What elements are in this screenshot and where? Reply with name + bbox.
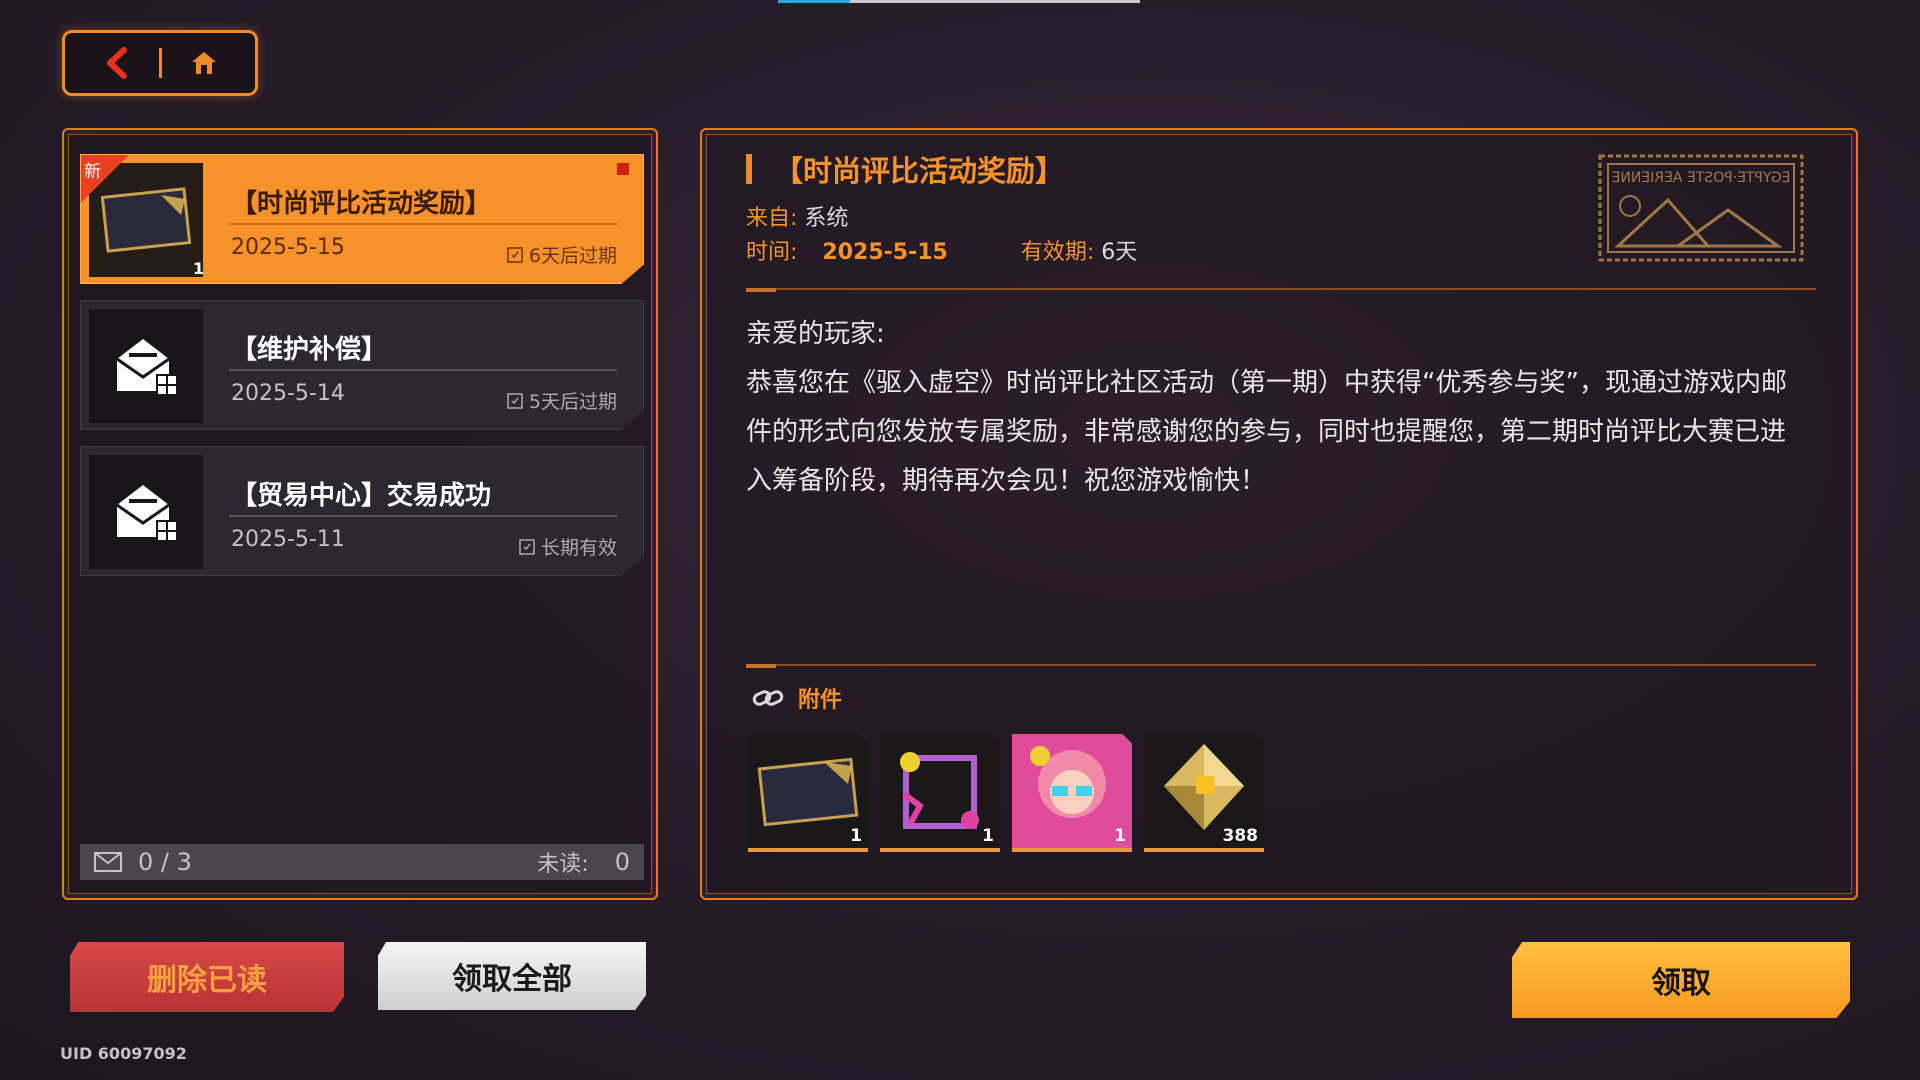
envelope-gift-icon — [116, 339, 178, 396]
stamp-text: EGYPTE·POSTE AERIENNE — [1612, 170, 1791, 186]
attachment-count: 388 — [1222, 826, 1259, 846]
time-value: 2025-5-15 — [822, 240, 948, 265]
link-icon — [752, 690, 784, 706]
mail-divider — [229, 369, 617, 371]
mail-count: 0 / 3 — [138, 848, 192, 876]
nav-separator — [158, 48, 162, 78]
mail-item-maintenance[interactable]: 【维护补偿】 2025-5-14 5天后过期 — [80, 300, 644, 430]
chevron-left-icon — [106, 47, 127, 79]
mail-thumbnail — [89, 309, 203, 423]
postage-stamp: EGYPTE·POSTE AERIENNE — [1598, 154, 1804, 262]
mail-icon — [94, 852, 122, 872]
header-divider — [746, 288, 1816, 292]
time-row: 时间: 2025-5-15 有效期: 6天 — [746, 234, 1137, 266]
delete-read-button[interactable]: 删除已读 — [70, 942, 344, 1012]
clock-icon — [519, 538, 535, 555]
mail-expire: 长期有效 — [519, 533, 617, 560]
attachment-list: 1 1 1 388 — [748, 734, 1264, 852]
title-accent-bar — [746, 154, 752, 184]
mail-item-count: 1 — [193, 259, 205, 278]
mail-title: 【时尚评比活动奖励】 — [231, 189, 492, 219]
mail-expire: 5天后过期 — [507, 387, 617, 414]
attachment-count: 1 — [982, 826, 994, 846]
attachment-card-frame[interactable]: 1 — [748, 734, 868, 852]
mail-date: 2025-5-14 — [231, 381, 345, 406]
mail-list-panel: 1 新 【时尚评比活动奖励】 2025-5-15 6天后过期 【维护补偿】 20… — [62, 128, 658, 900]
attachment-count: 1 — [850, 826, 862, 846]
mail-detail-panel: 【时尚评比活动奖励】 来自: 系统 时间: 2025-5-15 有效期: 6天 … — [700, 128, 1858, 900]
home-icon — [191, 52, 216, 74]
unread-indicator — [617, 163, 629, 175]
claim-all-button[interactable]: 领取全部 — [378, 942, 646, 1010]
mail-date: 2025-5-15 — [231, 235, 345, 260]
mail-content: 恭喜您在《驱入虚空》时尚评比社区活动（第一期）中获得“优秀参与奖”，现通过游戏内… — [746, 368, 1787, 496]
clock-icon — [507, 246, 523, 263]
mail-thumbnail — [89, 455, 203, 569]
detail-title: 【时尚评比活动奖励】 — [774, 154, 1065, 188]
claim-button[interactable]: 领取 — [1512, 942, 1850, 1018]
mail-title: 【维护补偿】 — [231, 335, 388, 365]
mail-expire-text: 长期有效 — [540, 537, 617, 559]
attachment-avatar[interactable]: 1 — [1012, 734, 1132, 852]
unread-label: 未读: — [537, 852, 589, 877]
from-value: 系统 — [804, 206, 849, 231]
user-id: UID 60097092 — [60, 1044, 187, 1063]
mail-title: 【贸易中心】交易成功 — [231, 481, 492, 511]
mail-expire-text: 5天后过期 — [528, 391, 617, 413]
sender-row: 来自: 系统 — [746, 200, 848, 232]
clock-icon — [507, 392, 523, 409]
mail-expire: 6天后过期 — [507, 241, 617, 268]
time-label: 时间: — [746, 240, 798, 265]
envelope-gift-icon — [116, 485, 178, 542]
attachment-count: 1 — [1114, 826, 1126, 846]
attachment-paint-frame[interactable]: 1 — [880, 734, 1000, 852]
valid-label: 有效期: — [1020, 240, 1095, 265]
nav-bar — [62, 30, 258, 96]
mail-greeting: 亲爱的玩家: — [746, 319, 885, 349]
attachment-divider — [746, 664, 1816, 668]
back-button[interactable] — [92, 40, 142, 86]
mail-divider — [229, 223, 617, 225]
home-button[interactable] — [179, 40, 229, 86]
new-badge: 新 — [81, 155, 129, 203]
mail-item-fashion-reward[interactable]: 1 新 【时尚评比活动奖励】 2025-5-15 6天后过期 — [80, 154, 644, 284]
mail-date: 2025-5-11 — [231, 527, 345, 552]
mail-divider — [229, 515, 617, 517]
mail-item-trade-center[interactable]: 【贸易中心】交易成功 2025-5-11 长期有效 — [80, 446, 644, 576]
valid-value: 6天 — [1101, 240, 1138, 265]
mail-body: 亲爱的玩家: 恭喜您在《驱入虚空》时尚评比社区活动（第一期）中获得“优秀参与奖”… — [746, 310, 1806, 506]
attachment-gold-crystal[interactable]: 388 — [1144, 734, 1264, 852]
unread-value: 0 — [614, 848, 630, 876]
attachment-header: 附件 — [752, 682, 842, 714]
from-label: 来自: — [746, 206, 798, 231]
mail-expire-text: 6天后过期 — [528, 245, 617, 267]
attachment-label: 附件 — [798, 688, 843, 713]
top-progress-strip — [778, 0, 1140, 3]
mail-status-bar: 0 / 3 未读: 0 — [80, 844, 644, 880]
